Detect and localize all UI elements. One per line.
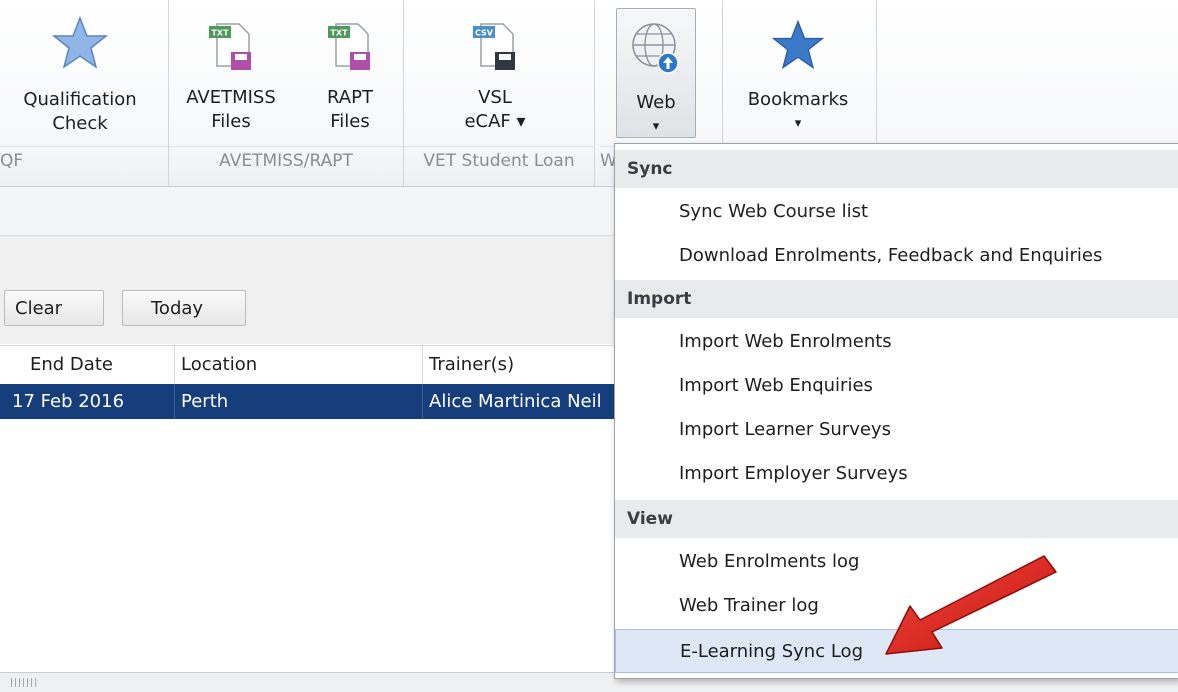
- menu-item-import-web-enrolments[interactable]: Import Web Enrolments: [615, 320, 1178, 364]
- menu-header-sync: Sync: [615, 150, 1178, 188]
- qualification-check-label1: Qualification: [23, 89, 137, 110]
- txt-badge: TXT: [330, 29, 348, 38]
- column-header-trainers[interactable]: Trainer(s): [422, 346, 619, 384]
- chevron-down-icon: ▾: [652, 119, 660, 134]
- menu-header-view: View: [615, 500, 1178, 538]
- qualification-check-label2: Check: [52, 113, 108, 134]
- avetmiss-files-label1: AVETMISS: [186, 87, 276, 108]
- group-separator: [594, 0, 595, 186]
- bookmarks-button[interactable]: Bookmarks ▾: [738, 18, 858, 136]
- vsl-ecaf-label1: VSL: [478, 87, 512, 108]
- qualification-check-button[interactable]: Qualification Check: [10, 14, 150, 136]
- group-label-avetmiss-rapt: AVETMISS/RAPT: [169, 146, 403, 175]
- cell-end-date: 17 Feb 2016: [12, 391, 125, 412]
- csv-file-save-icon: CSV: [473, 23, 515, 70]
- clear-button[interactable]: Clear: [4, 290, 104, 326]
- menu-item-import-employer-surveys[interactable]: Import Employer Surveys: [615, 452, 1178, 496]
- cell-trainers: Alice Martinica Neil: [422, 384, 619, 419]
- vsl-ecaf-button[interactable]: CSV VSL eCAF ▾: [440, 20, 550, 134]
- star-icon: [51, 15, 109, 69]
- red-arrow-annotation: [885, 555, 1057, 655]
- menu-item-import-web-enquiries[interactable]: Import Web Enquiries: [615, 364, 1178, 408]
- star-icon: [771, 19, 825, 70]
- rapt-files-label2: Files: [330, 111, 370, 132]
- resize-grip-icon[interactable]: |||||||: [10, 678, 38, 688]
- web-button[interactable]: Web ▾: [616, 8, 696, 138]
- menu-item-import-learner-surveys[interactable]: Import Learner Surveys: [615, 408, 1178, 452]
- group-label-vet-student-loan: VET Student Loan: [404, 146, 594, 175]
- rapt-files-button[interactable]: TXT RAPT Files: [312, 20, 388, 134]
- txt-badge: TXT: [211, 29, 229, 38]
- menu-header-import: Import: [615, 280, 1178, 318]
- txt-file-save-icon: TXT: [209, 23, 251, 70]
- menu-item-download-enrolments[interactable]: Download Enrolments, Feedback and Enquir…: [615, 234, 1178, 278]
- txt-file-save-icon: TXT: [328, 23, 370, 70]
- column-header-end-date[interactable]: End Date: [0, 346, 190, 384]
- chevron-down-icon: ▾: [794, 116, 802, 131]
- vsl-ecaf-label2: eCAF ▾: [464, 111, 526, 132]
- web-label: Web: [636, 92, 676, 113]
- group-label-web: W: [600, 146, 617, 175]
- rapt-files-label1: RAPT: [327, 87, 373, 108]
- column-header-location[interactable]: Location: [174, 346, 421, 384]
- today-button[interactable]: Today: [122, 290, 246, 326]
- group-label-qf: QF: [0, 146, 168, 175]
- avetmiss-files-label2: Files: [211, 111, 251, 132]
- avetmiss-files-button[interactable]: TXT AVETMISS Files: [186, 20, 276, 134]
- cell-location: Perth: [174, 384, 421, 419]
- menu-item-sync-web-course-list[interactable]: Sync Web Course list: [615, 190, 1178, 234]
- csv-badge: CSV: [475, 29, 494, 38]
- bookmarks-label: Bookmarks: [747, 89, 849, 110]
- globe-icon: [632, 23, 679, 74]
